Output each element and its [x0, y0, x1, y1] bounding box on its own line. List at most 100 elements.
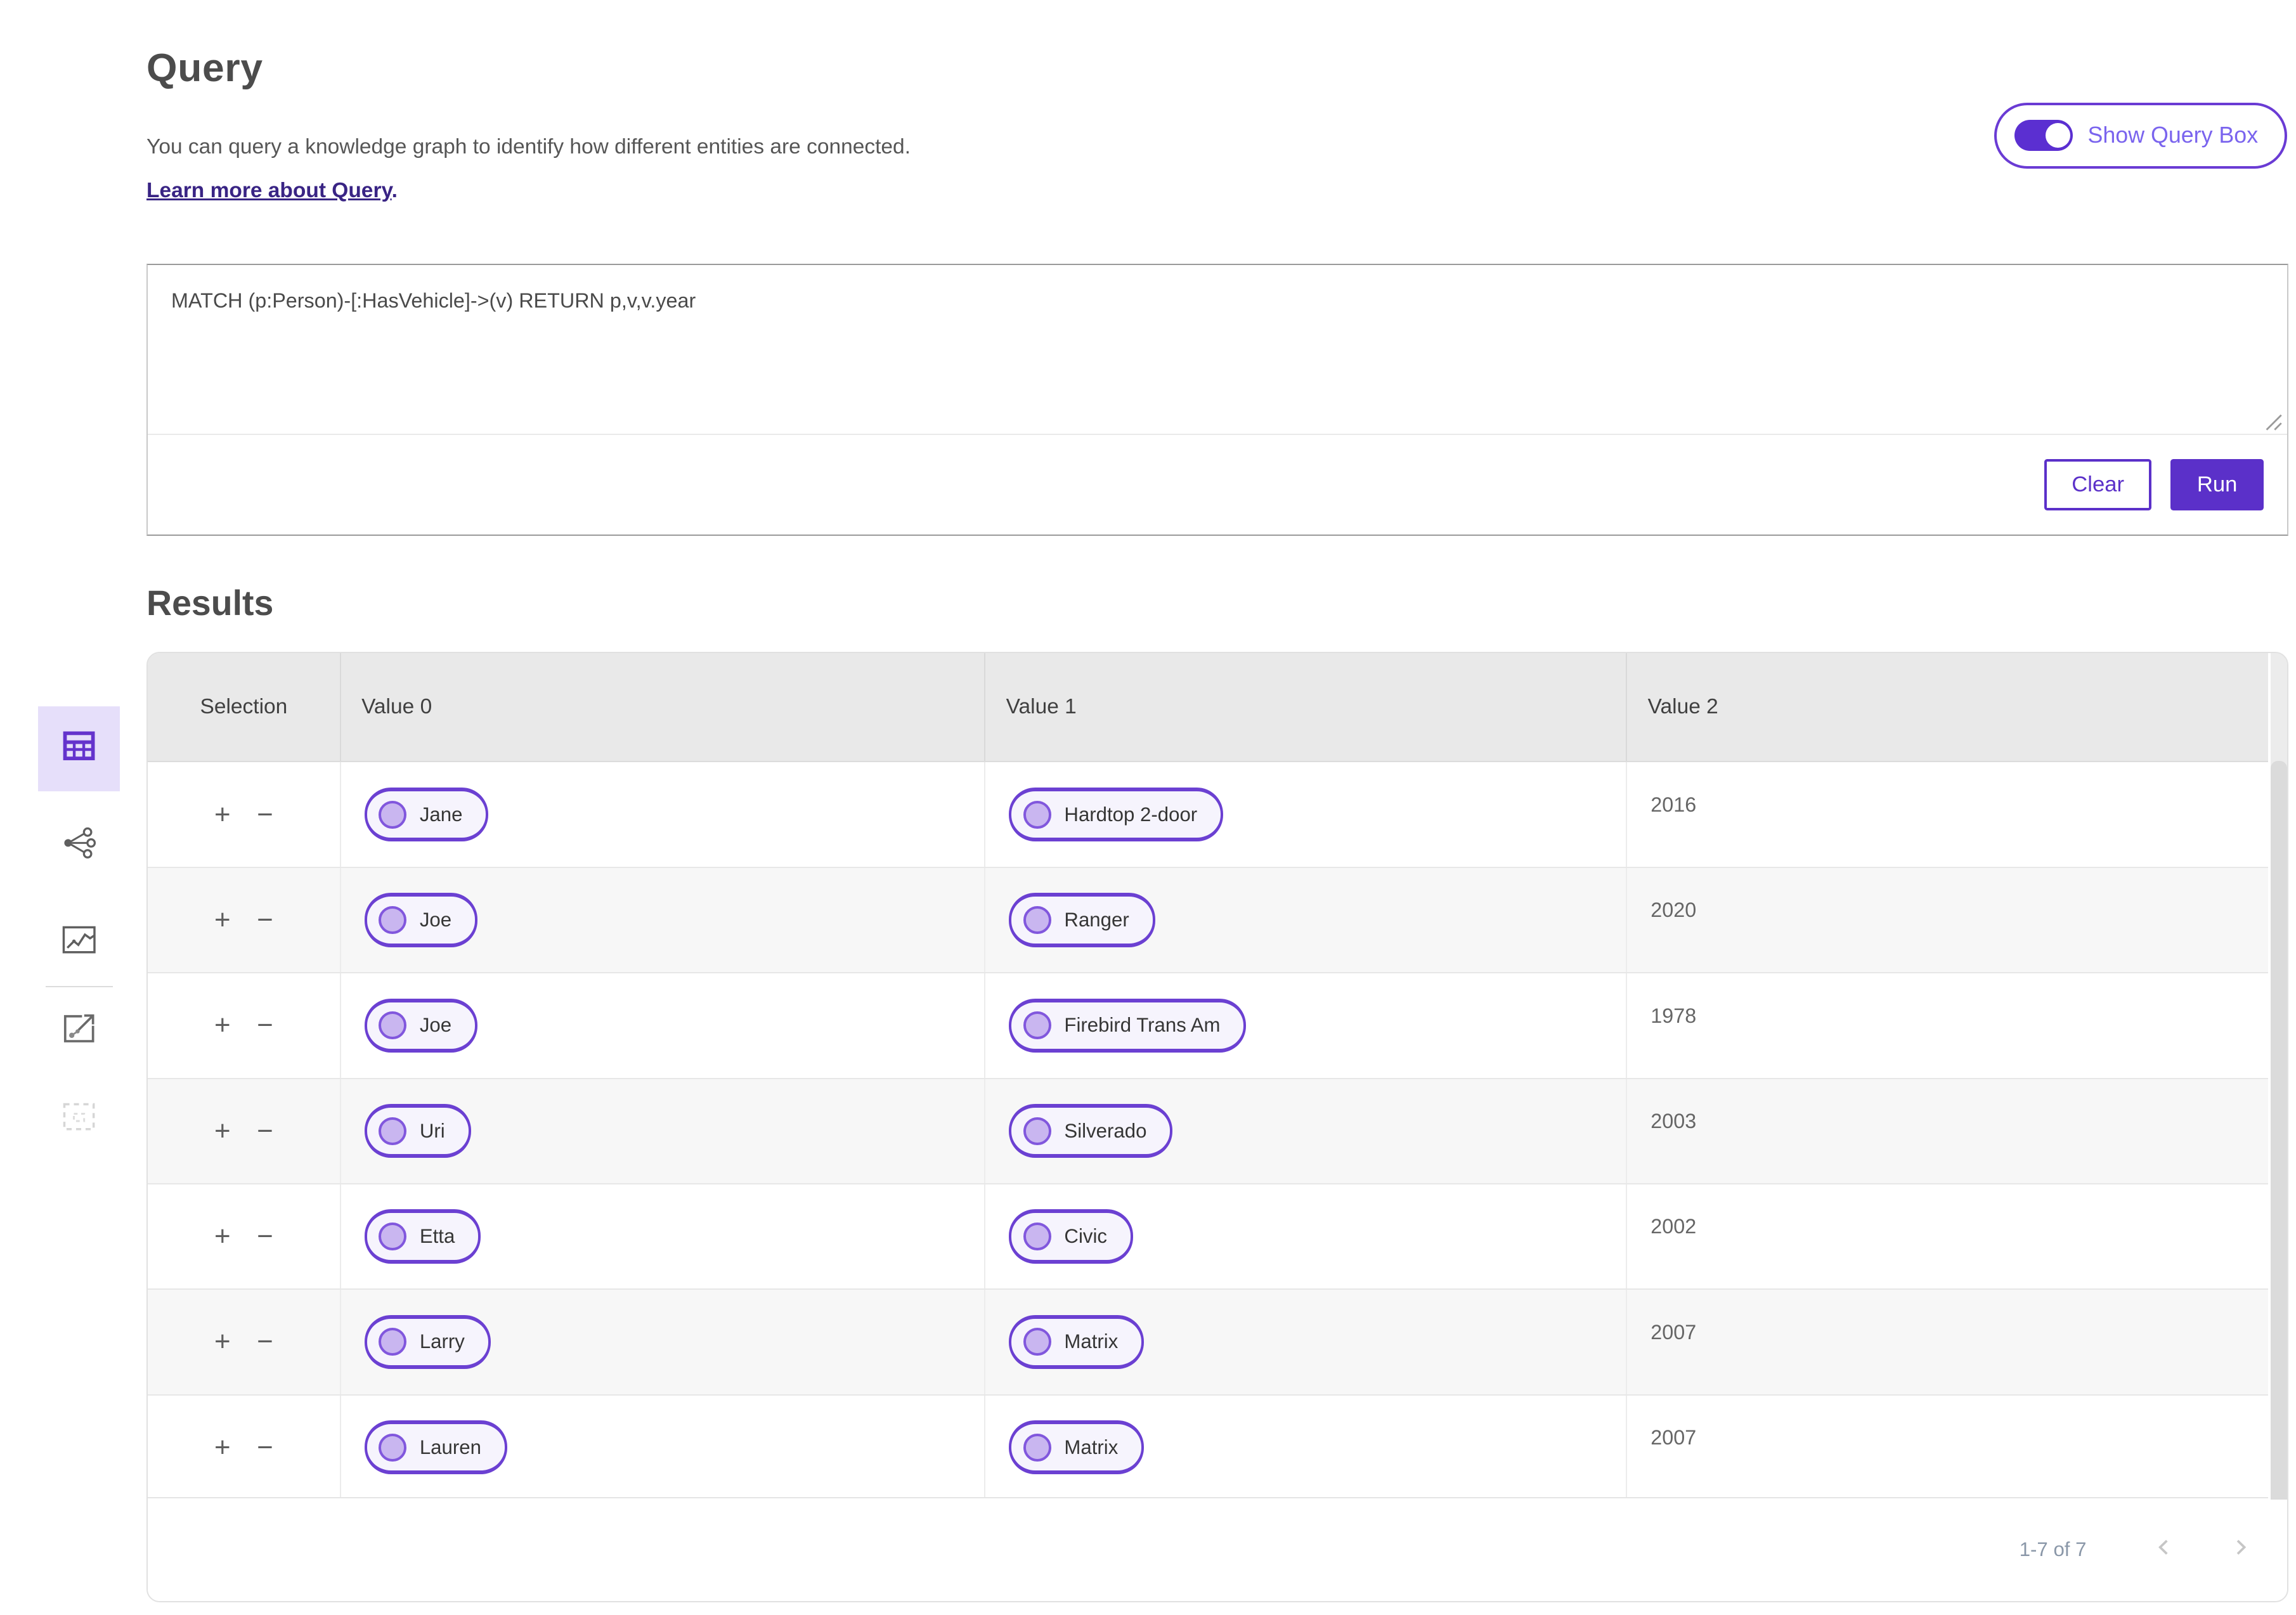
- add-to-graph-button[interactable]: +: [211, 1011, 233, 1039]
- person-node-label: Joe: [419, 1014, 452, 1037]
- person-node-pill[interactable]: Jane: [364, 787, 489, 842]
- selection-cell: + −: [148, 1290, 340, 1394]
- results-table-footer: 1-7 of 7: [148, 1496, 2287, 1601]
- value0-cell: Lauren: [339, 1395, 985, 1500]
- results-table-body: + − Jane Hardtop 2-door 2016 + − Joe Ran…: [148, 761, 2287, 1500]
- year-cell: 2007: [1626, 1290, 2287, 1394]
- vehicle-node-label: Civic: [1064, 1225, 1107, 1247]
- vehicle-node-pill[interactable]: Silverado: [1009, 1103, 1173, 1158]
- remove-from-graph-button[interactable]: −: [254, 1011, 276, 1039]
- node-circle-icon: [379, 1433, 407, 1462]
- person-node-pill[interactable]: Etta: [364, 1209, 481, 1264]
- value1-cell: Hardtop 2-door: [984, 762, 1626, 867]
- table-row: + − Uri Silverado 2003: [148, 1077, 2287, 1183]
- node-circle-icon: [379, 1223, 407, 1250]
- year-cell: 2020: [1626, 867, 2287, 973]
- show-query-box-toggle[interactable]: Show Query Box: [1994, 102, 2287, 169]
- table-row: + − Lauren Matrix 2007: [148, 1394, 2287, 1500]
- rail-item-export-graph[interactable]: [38, 999, 120, 1063]
- remove-from-graph-button[interactable]: −: [254, 1223, 276, 1250]
- selection-cell: + −: [148, 1396, 340, 1500]
- vehicle-node-pill[interactable]: Matrix: [1009, 1314, 1145, 1370]
- pagination-range: 1-7 of 7: [2019, 1538, 2087, 1560]
- toggle-switch-icon[interactable]: [2014, 120, 2073, 151]
- graph-network-icon: [62, 827, 96, 864]
- resize-grip-icon[interactable]: [2264, 410, 2283, 431]
- year-cell: 2002: [1626, 1184, 2287, 1289]
- vehicle-node-label: Matrix: [1064, 1330, 1119, 1353]
- results-table-header: Selection Value 0 Value 1 Value 2: [148, 652, 2287, 762]
- remove-from-graph-button[interactable]: −: [254, 1328, 276, 1356]
- learn-more-link[interactable]: Learn more about Query: [146, 179, 392, 202]
- add-to-graph-button[interactable]: +: [211, 906, 233, 934]
- column-header-value2: Value 2: [1626, 652, 2287, 762]
- table-row: + − Larry Matrix 2007: [148, 1288, 2287, 1394]
- table-row: + − Jane Hardtop 2-door 2016: [148, 761, 2287, 867]
- vehicle-node-label: Hardtop 2-door: [1064, 803, 1198, 826]
- results-title: Results: [146, 583, 274, 623]
- vehicle-node-pill[interactable]: Hardtop 2-door: [1009, 787, 1224, 842]
- person-node-pill[interactable]: Larry: [364, 1314, 491, 1370]
- person-node-label: Larry: [419, 1330, 465, 1353]
- table-results-icon: [62, 730, 96, 767]
- value0-cell: Joe: [339, 973, 985, 1078]
- year-cell: 2007: [1626, 1395, 2287, 1500]
- selection-cell: + −: [148, 868, 340, 972]
- value1-cell: Matrix: [984, 1290, 1626, 1394]
- chevron-right-icon: [2230, 1537, 2250, 1562]
- rail-item-route-view[interactable]: [38, 910, 120, 975]
- remove-from-graph-button[interactable]: −: [254, 800, 276, 829]
- value0-cell: Etta: [339, 1184, 985, 1289]
- table-scrollbar-track: [2267, 652, 2287, 1500]
- person-node-pill[interactable]: Joe: [364, 893, 478, 947]
- rail-item-graph-view[interactable]: [38, 813, 120, 878]
- node-circle-icon: [1023, 1117, 1051, 1145]
- value0-cell: Joe: [339, 867, 985, 973]
- vehicle-node-label: Ranger: [1064, 908, 1129, 931]
- main-content: Query You can query a knowledge graph to…: [146, 0, 2288, 1602]
- value1-cell: Silverado: [984, 1079, 1626, 1183]
- graph-export-icon: [62, 1013, 96, 1050]
- remove-from-graph-button[interactable]: −: [254, 1433, 276, 1462]
- person-node-pill[interactable]: Joe: [364, 998, 478, 1053]
- table-scrollbar-thumb[interactable]: [2270, 761, 2287, 1500]
- rail-item-table-view[interactable]: [38, 706, 120, 791]
- value1-cell: Civic: [984, 1184, 1626, 1289]
- vehicle-node-label: Silverado: [1064, 1119, 1147, 1142]
- vehicle-node-pill[interactable]: Civic: [1009, 1209, 1133, 1264]
- add-to-graph-button[interactable]: +: [211, 800, 233, 829]
- value0-cell: Jane: [339, 762, 985, 867]
- remove-from-graph-button[interactable]: −: [254, 1117, 276, 1145]
- clear-button[interactable]: Clear: [2044, 459, 2152, 510]
- value0-cell: Uri: [339, 1079, 985, 1183]
- year-cell: 2016: [1626, 762, 2287, 867]
- node-circle-icon: [379, 1011, 407, 1040]
- remove-from-graph-button[interactable]: −: [254, 906, 276, 934]
- query-input[interactable]: MATCH (p:Person)-[:HasVehicle]->(v) RETU…: [148, 264, 2287, 434]
- vehicle-node-pill[interactable]: Ranger: [1009, 893, 1155, 947]
- toggle-label: Show Query Box: [2087, 122, 2259, 148]
- column-header-value1: Value 1: [984, 652, 1626, 762]
- add-to-graph-button[interactable]: +: [211, 1328, 233, 1356]
- pagination-prev-button[interactable]: [2154, 1537, 2174, 1562]
- add-to-graph-button[interactable]: +: [211, 1223, 233, 1250]
- value1-cell: Ranger: [984, 867, 1626, 973]
- empty-selection-icon: [62, 1102, 96, 1136]
- column-header-value0: Value 0: [339, 652, 985, 762]
- add-to-graph-button[interactable]: +: [211, 1117, 233, 1145]
- column-header-selection: Selection: [200, 694, 288, 718]
- person-node-label: Uri: [419, 1119, 445, 1142]
- person-node-label: Jane: [419, 803, 463, 826]
- add-to-graph-button[interactable]: +: [211, 1433, 233, 1462]
- person-node-pill[interactable]: Lauren: [364, 1420, 507, 1475]
- vehicle-node-pill[interactable]: Matrix: [1009, 1420, 1145, 1475]
- vehicle-node-pill[interactable]: Firebird Trans Am: [1009, 998, 1247, 1053]
- pagination-next-button[interactable]: [2230, 1537, 2250, 1562]
- run-button[interactable]: Run: [2170, 459, 2264, 510]
- query-page: Query You can query a knowledge graph to…: [0, 0, 2296, 1615]
- person-node-pill[interactable]: Uri: [364, 1103, 471, 1158]
- year-cell: 1978: [1626, 973, 2287, 1078]
- node-circle-icon: [1023, 800, 1051, 829]
- query-textarea-wrap: MATCH (p:Person)-[:HasVehicle]->(v) RETU…: [148, 264, 2287, 435]
- chevron-left-icon: [2154, 1537, 2174, 1562]
